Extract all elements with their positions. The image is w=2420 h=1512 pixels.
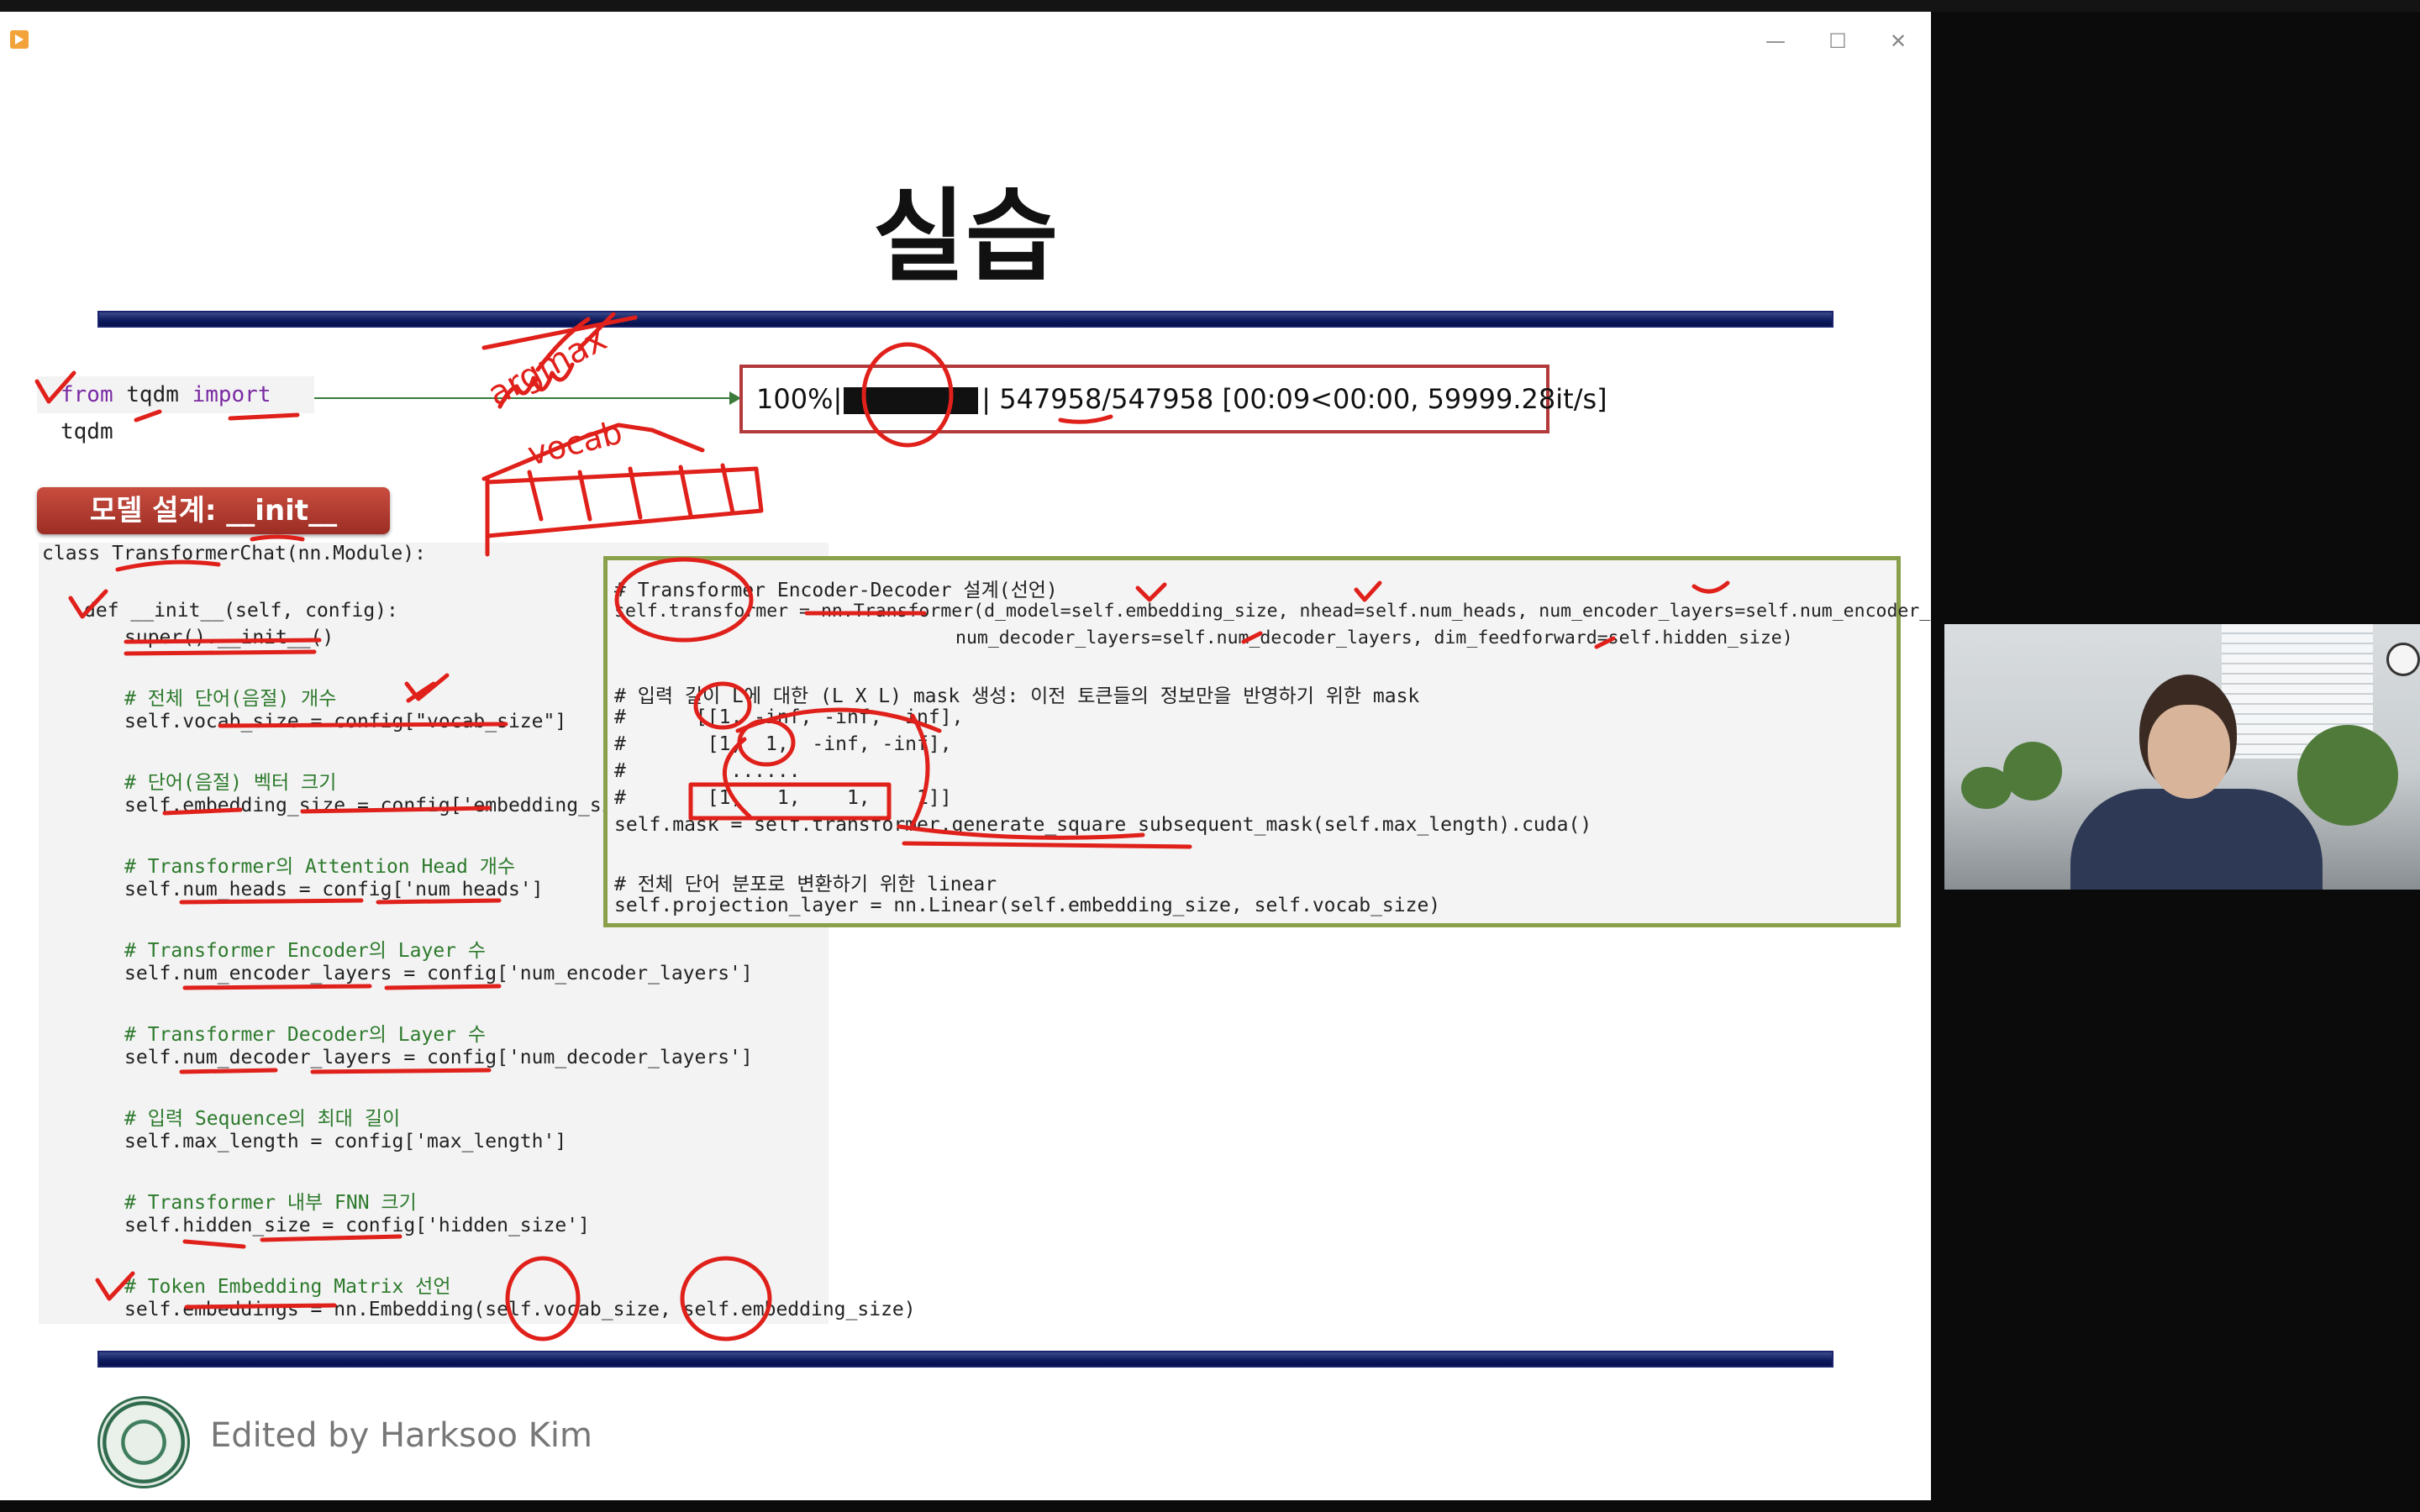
title-divider-bar (97, 311, 1833, 328)
code-comment: # [[1, -inf, -inf, -inf], (614, 706, 964, 728)
code-line: self.projection_layer = nn.Linear(self.e… (614, 895, 1441, 916)
progress-percent: 100%| (756, 383, 843, 415)
code-comment: # Transformer Decoder의 Layer 수 (124, 1024, 487, 1046)
code-line: self.embedding_size = config['embedding_… (124, 795, 660, 816)
code-line: self.max_length = config['max_length'] (124, 1131, 567, 1152)
progress-count: 547958/547958 (999, 383, 1214, 415)
code-line: self.num_heads = config['num_heads'] (124, 879, 544, 900)
slide-title: 실습 (872, 179, 1059, 296)
code-comment: # [1, 1, -inf, -inf], (614, 733, 952, 755)
code-comment: # 전체 단어 분포로 변환하기 위한 linear (614, 874, 997, 895)
progress-bar-fill (844, 387, 979, 414)
code-line: def __init__(self, config): (84, 600, 398, 622)
code-line: self.num_encoder_layers = config['num_en… (124, 963, 753, 984)
code-line: self.embeddings = nn.Embedding(self.voca… (124, 1299, 916, 1320)
close-button[interactable]: ✕ (1887, 30, 1909, 52)
code-comment: # ...... (614, 760, 801, 782)
ink-argmax: argmax (481, 319, 613, 413)
keyword-from: from (60, 382, 113, 407)
section-badge: 모델 설계: __init__ (37, 487, 390, 534)
footer-credit: Edited by Harksoo Kim (210, 1416, 592, 1455)
code-line: self.hidden_size = config['hidden_size'] (124, 1215, 590, 1236)
webcam-feed (1944, 624, 2420, 890)
footer-divider-bar (97, 1351, 1833, 1368)
minimize-button[interactable]: — (1765, 30, 1786, 52)
code-line: class TransformerChat(nn.Module): (42, 543, 426, 564)
code-line: self.vocab_size = config["vocab_size"] (124, 711, 567, 732)
top-bar (0, 0, 2420, 12)
maximize-button[interactable]: ☐ (1827, 30, 1849, 52)
arrow-line (314, 397, 734, 399)
code-comment: # 단어(음절) 벡터 크기 (124, 772, 337, 794)
code-line: num_decoder_layers=self.num_decoder_laye… (955, 627, 1793, 648)
import-name: tqdm (60, 419, 113, 444)
webcam-plant (2297, 725, 2398, 826)
import-line: from tqdm import tqdm (37, 376, 314, 444)
code-comment: # Transformer Encoder의 Layer 수 (124, 940, 487, 962)
ink-vocab: vocab (524, 413, 626, 472)
code-line: super().__init__() (124, 627, 334, 648)
keyword-import: import (192, 382, 271, 407)
progress-sep: | (981, 383, 992, 415)
webcam-person-body (2070, 789, 2323, 890)
module-name: tqdm (126, 382, 179, 407)
webcam-plant (2003, 742, 2062, 801)
code-line: self.transformer = nn.Transformer(d_mode… (614, 601, 1931, 622)
webcam-clock (2386, 643, 2420, 676)
code-comment: # 입력 길이 L에 대한 (L X L) mask 생성: 이전 토큰들의 정… (614, 685, 1420, 707)
code-comment: # [1, 1, 1, 1]] (614, 787, 952, 809)
progress-output: 100%| | 547958/547958 [00:09<00:00, 59999… (739, 365, 1607, 433)
code-comment: # Transformer의 Attention Head 개수 (124, 856, 516, 878)
code-comment: # 입력 Sequence의 최대 길이 (124, 1108, 401, 1130)
slide-window: — ☐ ✕ 실습 from tqdm import tqdm 100%| | 54… (0, 12, 1931, 1500)
code-line: self.mask = self.transformer.generate_sq… (614, 814, 1592, 836)
code-line: self.num_decoder_layers = config['num_de… (124, 1047, 753, 1068)
code-comment: # Transformer Encoder-Decoder 설계(선언) (614, 580, 1058, 601)
code-comment: # 전체 단어(음절) 개수 (124, 688, 337, 710)
code-comment: # Transformer 내부 FNN 크기 (124, 1192, 417, 1214)
code-comment: # Token Embedding Matrix 선언 (124, 1276, 451, 1298)
university-seal-logo (97, 1396, 190, 1488)
app-icon (10, 30, 29, 49)
progress-timing: [00:09<00:00, 59999.28it/s] (1222, 383, 1607, 415)
code-block-right: # Transformer Encoder-Decoder 설계(선언) sel… (603, 556, 1931, 927)
webcam-person-face (2148, 705, 2230, 799)
